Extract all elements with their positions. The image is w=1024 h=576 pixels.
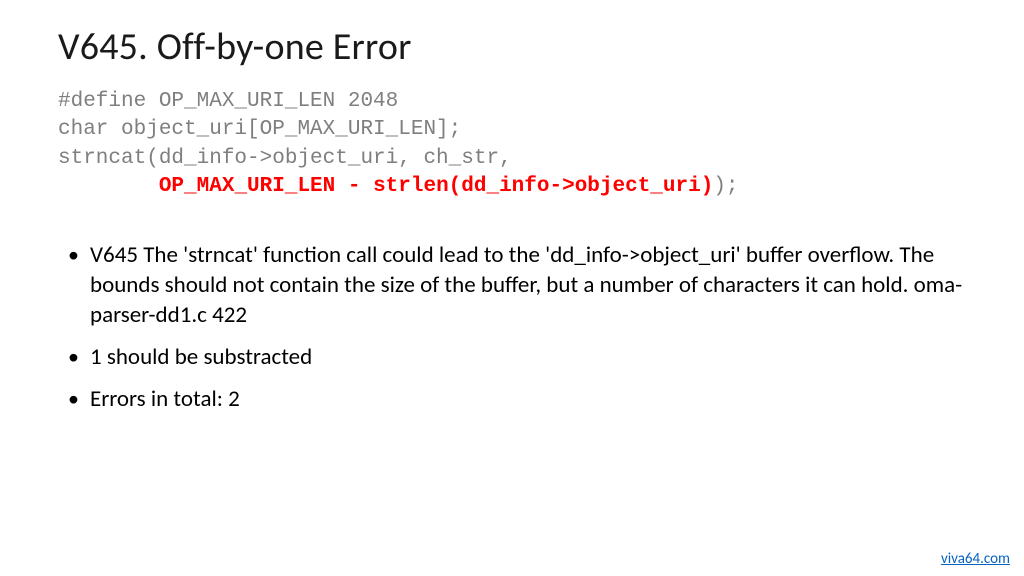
code-highlight: OP_MAX_URI_LEN - strlen(dd_info->object_…	[159, 175, 714, 198]
bullet-list: V645 The 'strncat' function call could l…	[58, 241, 966, 414]
code-line-1: #define OP_MAX_URI_LEN 2048	[58, 88, 966, 116]
list-item: V645 The 'strncat' function call could l…	[76, 241, 966, 331]
slide-title: V645. Off-by-one Error	[58, 24, 966, 70]
code-line-4: strncat(dd_info->object_uri, ch_str,	[58, 145, 966, 173]
footer-link[interactable]: viva64.com	[941, 550, 1010, 568]
code-block: #define OP_MAX_URI_LEN 2048char object_u…	[58, 88, 966, 201]
code-line-5: OP_MAX_URI_LEN - strlen(dd_info->object_…	[58, 173, 966, 201]
list-item: Errors in total: 2	[76, 385, 966, 415]
code-line-2: char object_uri[OP_MAX_URI_LEN];	[58, 116, 966, 144]
code-tail: );	[713, 175, 738, 198]
code-indent	[58, 175, 159, 198]
list-item: 1 should be substracted	[76, 343, 966, 373]
